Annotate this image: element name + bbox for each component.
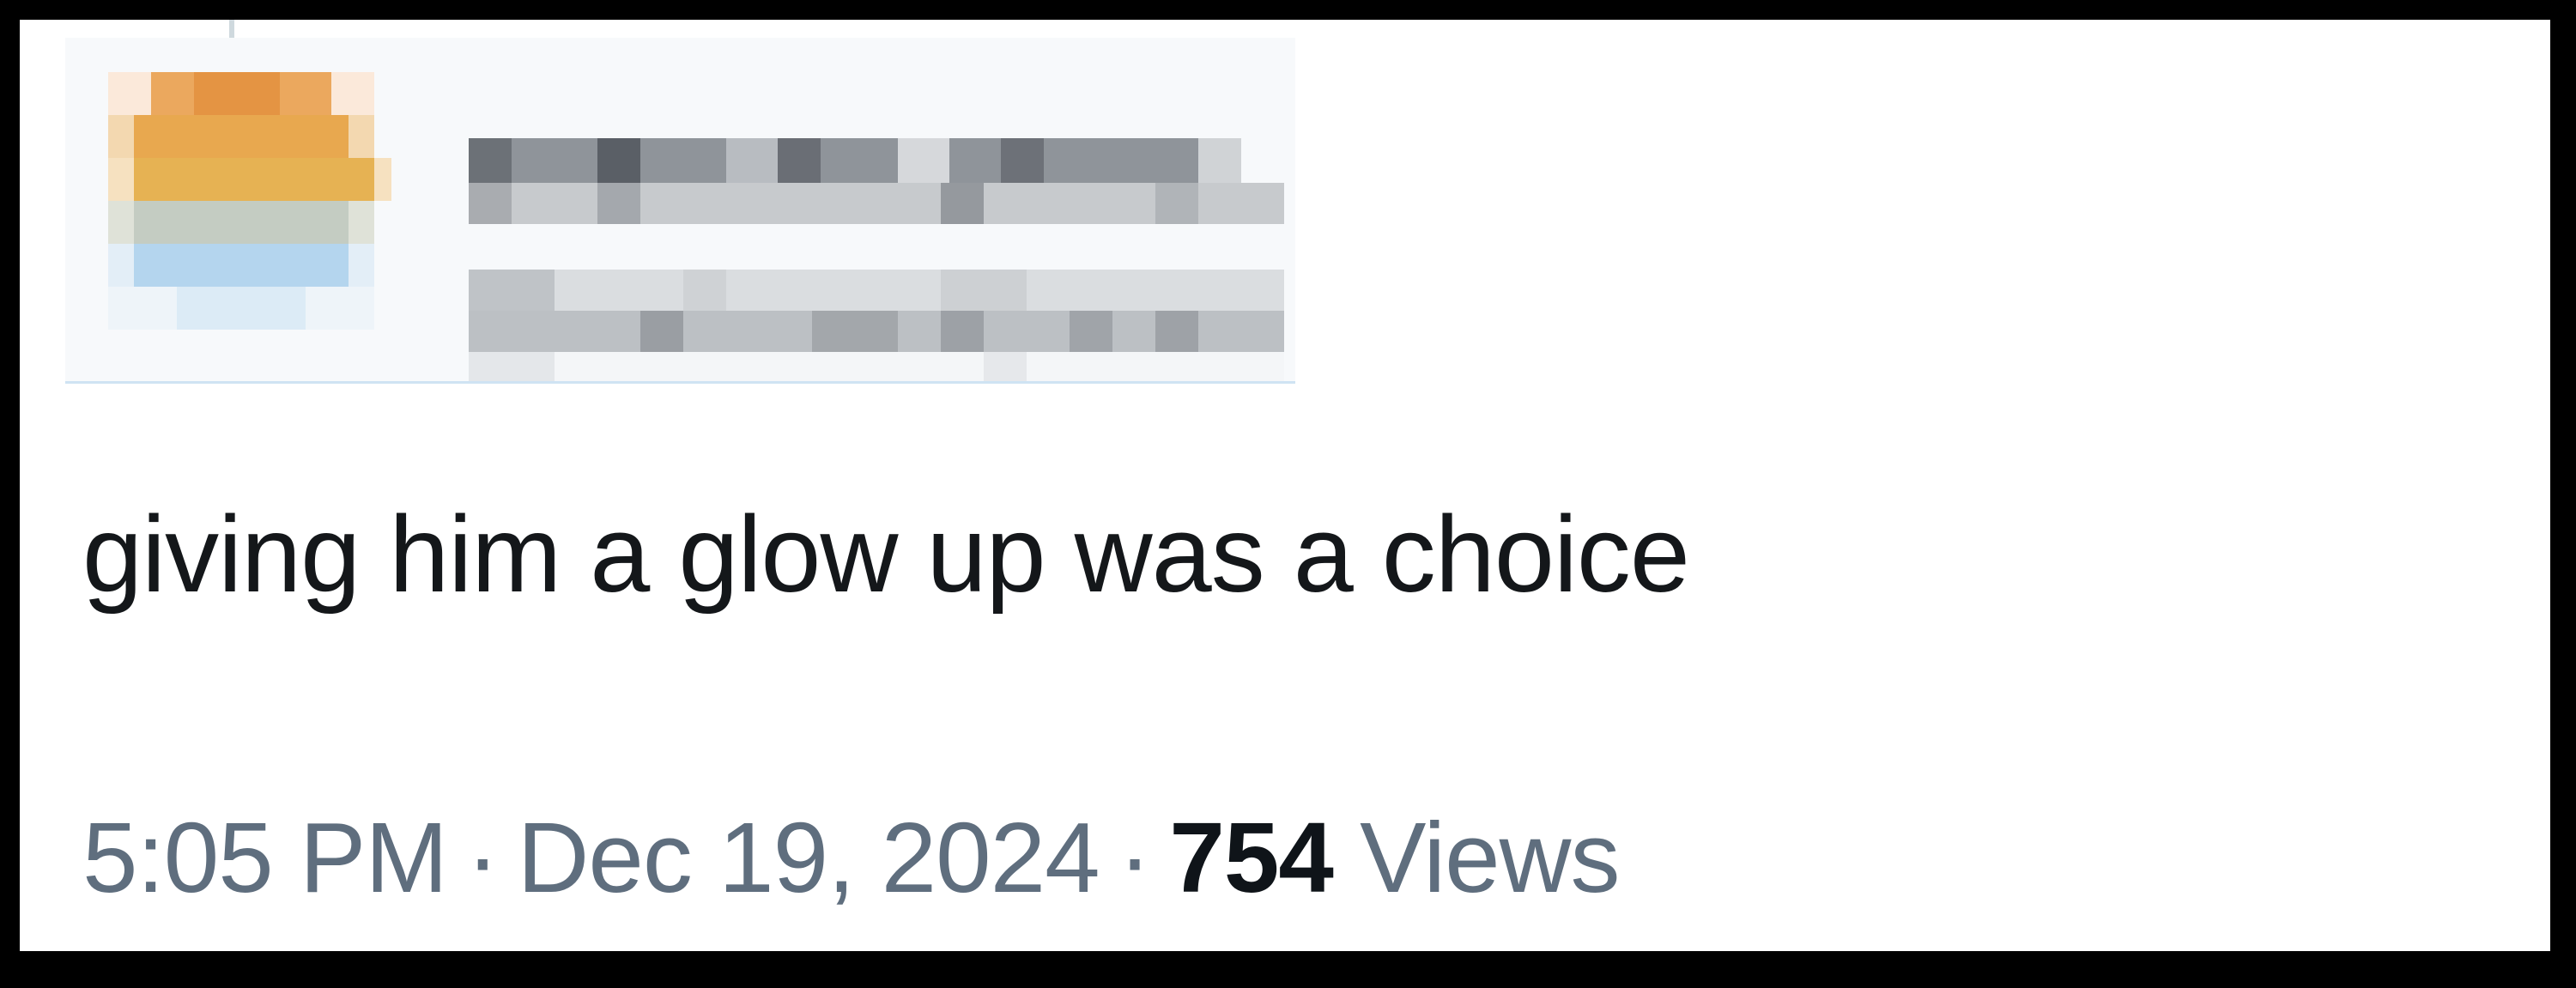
screenshot-frame: giving him a glow up was a choice 5:05 P…	[0, 0, 2576, 988]
meta-separator: ·	[466, 802, 500, 913]
meta-separator: ·	[1118, 802, 1152, 913]
views-label[interactable]: Views	[1360, 802, 1620, 913]
redacted-display-name	[469, 138, 1241, 183]
tweet-text: giving him a glow up was a choice	[82, 494, 1690, 615]
redacted-text-line-1	[469, 270, 1284, 311]
views-count: 754	[1169, 802, 1334, 913]
tweet-card: giving him a glow up was a choice 5:05 P…	[20, 20, 2550, 951]
redacted-author-header	[65, 38, 1295, 384]
redacted-text-line-3	[469, 352, 1284, 381]
avatar[interactable]	[108, 72, 391, 330]
tweet-date[interactable]: Dec 19, 2024	[518, 802, 1100, 913]
redacted-text-line-2	[469, 311, 1284, 352]
redacted-handle	[469, 183, 1284, 224]
thread-connector-line	[229, 20, 234, 39]
tweet-time[interactable]: 5:05 PM	[82, 802, 448, 913]
tweet-meta: 5:05 PM · Dec 19, 2024 · 754 Views	[82, 808, 1620, 907]
